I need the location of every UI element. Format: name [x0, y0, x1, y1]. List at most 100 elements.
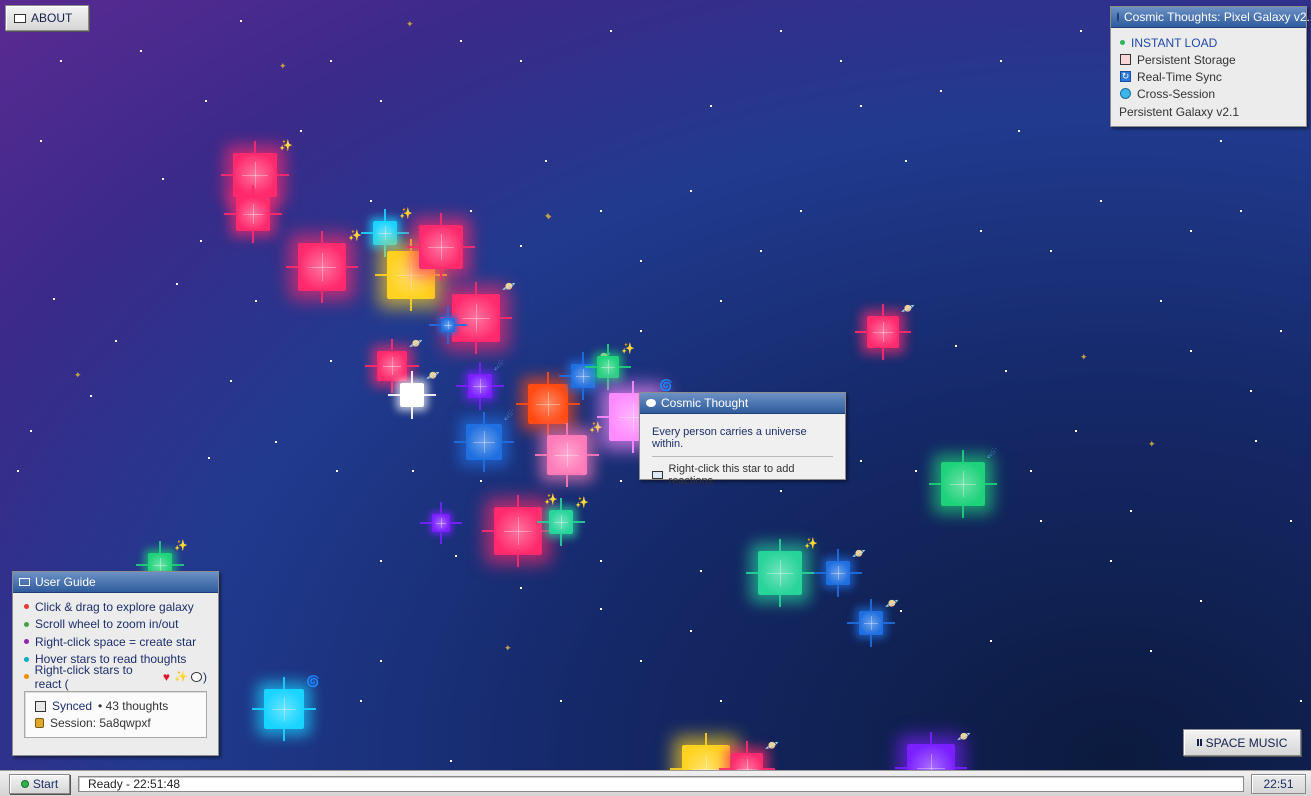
background-star-dot: [1005, 370, 1007, 372]
background-star-dot: [1075, 430, 1077, 432]
background-star-dot: [520, 245, 522, 247]
planet-icon: 🪐: [957, 731, 971, 743]
thought-star[interactable]: [847, 599, 895, 647]
thought-star[interactable]: [365, 339, 419, 393]
background-star-dot: [780, 30, 782, 32]
background-star-dot: [860, 460, 862, 462]
background-star-dot: [140, 50, 142, 52]
session-row: Session: 5a8qwpxf: [35, 715, 206, 732]
sparkle-icon: ✨: [544, 494, 558, 506]
thought-star[interactable]: [719, 741, 775, 770]
background-star-dot: [412, 470, 414, 472]
tooltip-hint: Right-click this star to add reactions: [640, 463, 845, 487]
thought-star[interactable]: [407, 213, 475, 281]
thought-star[interactable]: [361, 209, 409, 257]
thought-star[interactable]: [670, 733, 742, 770]
cyan-bullet-icon: [24, 656, 29, 662]
space-music-button[interactable]: SPACE MUSIC: [1183, 729, 1301, 756]
purple-bullet-icon: [24, 639, 29, 645]
green-bullet-icon: [24, 621, 29, 627]
background-star-dot: [275, 441, 277, 443]
thought-star[interactable]: [535, 423, 599, 487]
about-button[interactable]: ABOUT: [5, 5, 89, 31]
background-star-dot: [600, 210, 602, 212]
background-star-dot: [380, 560, 382, 562]
laptop-icon: [652, 471, 663, 479]
synced-label: Synced: [52, 699, 93, 713]
speech-bubble-icon: [190, 671, 202, 682]
background-star-dot: [336, 470, 338, 472]
thought-star[interactable]: [482, 495, 554, 567]
background-star-dot: [1300, 700, 1302, 702]
background-star-dot: [300, 130, 302, 132]
thought-star[interactable]: [420, 502, 462, 544]
sparkle-icon: ✨: [173, 671, 188, 684]
background-star-dot: [1255, 440, 1257, 442]
start-button-label: Start: [32, 777, 59, 791]
sparkle-icon: ✨: [575, 497, 589, 509]
info-item-instant-load: INSTANT LOAD: [1120, 34, 1297, 51]
tooltip-title-bar: Cosmic Thought: [640, 393, 845, 414]
thought-star[interactable]: [929, 450, 997, 518]
background-star-dot: [370, 200, 372, 202]
background-star-dot: [545, 160, 547, 162]
session-id: Session: 5a8qwpxf: [50, 716, 151, 730]
comet-icon: ☄: [504, 411, 514, 423]
background-star-dot: [60, 60, 62, 62]
thought-tooltip: Cosmic Thought Every person carries a un…: [639, 392, 846, 487]
thought-star[interactable]: [388, 371, 436, 419]
thought-star[interactable]: [516, 372, 580, 436]
tooltip-title: Cosmic Thought: [661, 396, 749, 410]
info-panel: Cosmic Thoughts: Pixel Galaxy v2.1 INSTA…: [1110, 6, 1311, 127]
status-text: Ready - 22:51:48: [88, 777, 181, 791]
background-star-dot: [720, 300, 722, 302]
thought-star[interactable]: [895, 732, 967, 770]
thought-star[interactable]: [286, 231, 358, 303]
thought-star[interactable]: [429, 306, 467, 344]
background-star-dot: [640, 660, 642, 662]
thought-star[interactable]: [440, 282, 512, 354]
background-star-dot: [1250, 390, 1252, 392]
background-star-dot: [990, 640, 992, 642]
thought-star[interactable]: [252, 677, 316, 741]
info-item-persistent-storage: Persistent Storage: [1120, 51, 1297, 68]
guide-item-label: Click & drag to explore galaxy: [35, 599, 194, 614]
guide-item: Scroll wheel to zoom in/out: [24, 616, 207, 634]
thought-count: • 43 thoughts: [98, 699, 169, 713]
background-star-dot: [860, 105, 862, 107]
background-star-dot: [900, 610, 902, 612]
background-star-dot: [208, 457, 210, 459]
thought-star[interactable]: [814, 549, 862, 597]
background-star-dot: [53, 298, 55, 300]
thought-star[interactable]: [537, 498, 585, 546]
thought-star[interactable]: [221, 141, 289, 209]
info-panel-title: Cosmic Thoughts: Pixel Galaxy v2.1: [1124, 10, 1311, 24]
background-star-dot: [640, 330, 642, 332]
background-star-dot: [460, 40, 462, 42]
start-button[interactable]: Start: [9, 774, 70, 794]
background-star-dot: [760, 250, 762, 252]
thought-star[interactable]: [855, 304, 911, 360]
thought-star[interactable]: [746, 539, 814, 607]
thought-star[interactable]: [224, 185, 282, 243]
background-star-dot: [1290, 520, 1292, 522]
green-dot-icon: [20, 780, 29, 788]
background-star-dot: [380, 660, 382, 662]
green-dot-icon: [1120, 40, 1125, 45]
background-star-dot: [610, 30, 612, 32]
sparkle-icon: ✨: [621, 343, 635, 355]
thought-star[interactable]: [456, 362, 504, 410]
tooltip-thought-text: Every person carries a universe within.: [652, 426, 807, 450]
tooltip-hint-label: Right-click this star to add reactions: [668, 463, 795, 487]
thought-star[interactable]: [585, 344, 631, 390]
background-star-dot: [1160, 300, 1162, 302]
thought-star[interactable]: [454, 412, 514, 472]
background-star-dot: [1130, 510, 1132, 512]
dust-sparkle-icon: ✦: [279, 61, 287, 71]
book-icon: [19, 578, 30, 586]
speech-bubble-icon: [646, 399, 656, 407]
info-panel-footer: Persistent Galaxy v2.1: [1119, 105, 1240, 119]
dust-sparkle-icon: ✦: [1080, 352, 1088, 362]
guide-item: Right-click stars to react ( ♥ ✨ ): [24, 663, 207, 691]
planet-icon: 🪐: [502, 281, 516, 293]
